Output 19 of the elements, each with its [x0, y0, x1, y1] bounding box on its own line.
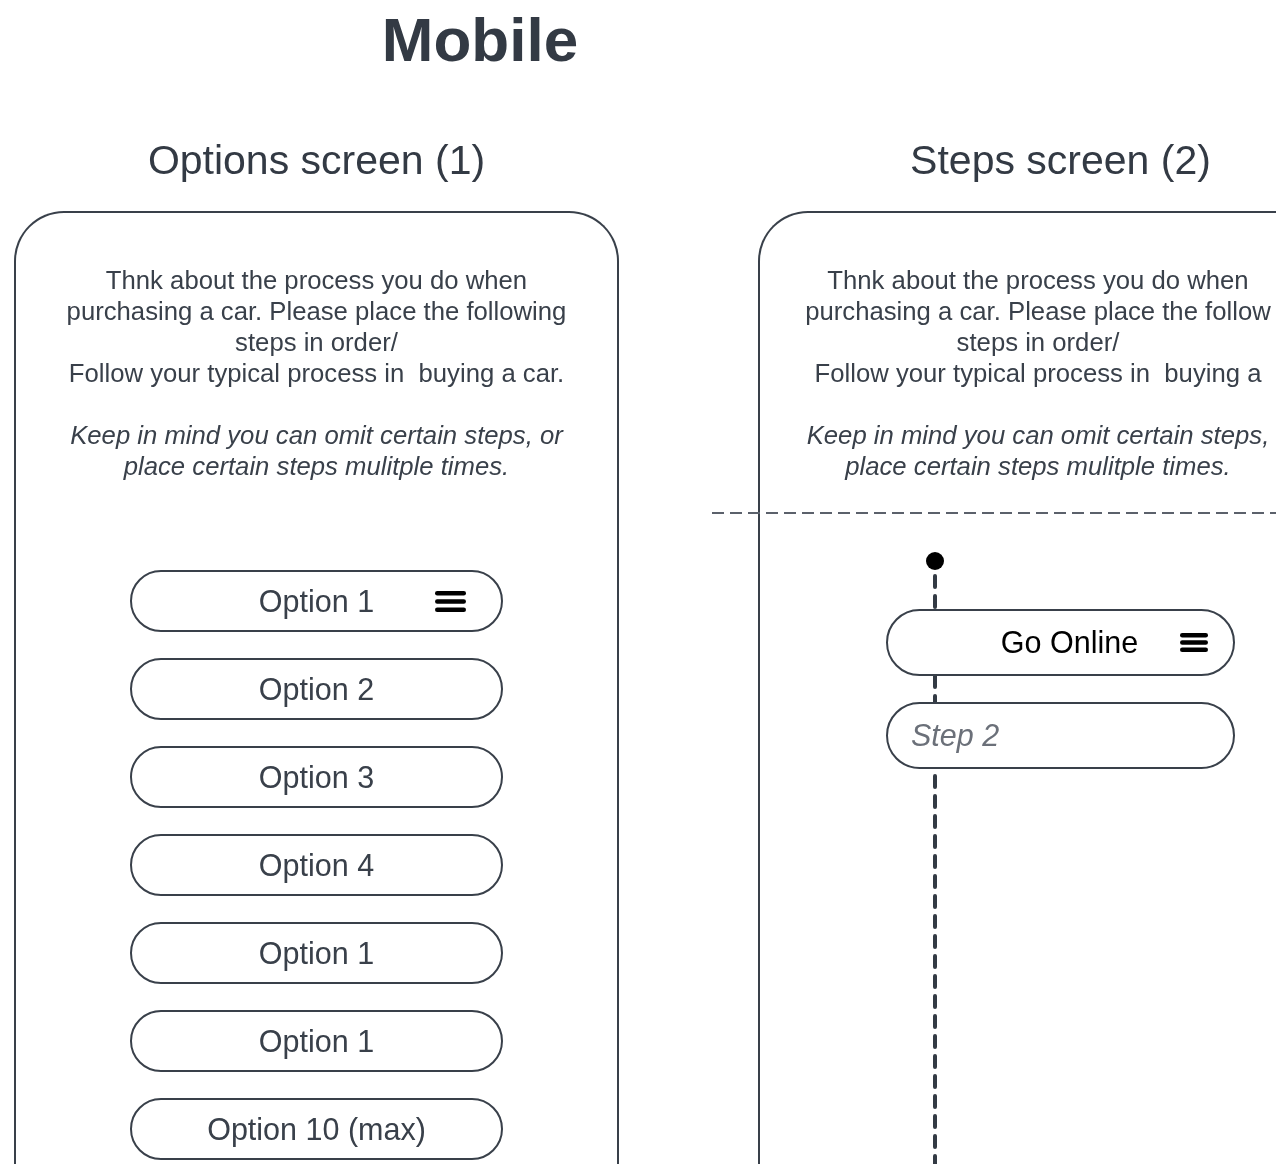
option-chip[interactable]: Option 1	[130, 1010, 503, 1072]
option-chip[interactable]: Option 4	[130, 834, 503, 896]
note-text: Keep in mind you can omit certain steps, or place certain steps mulitple times.	[69, 420, 565, 482]
note-text: Keep in mind you can omit certain steps, place certain steps mulitple times.	[805, 420, 1271, 482]
start-dot-icon	[926, 552, 944, 570]
hamburger-icon[interactable]	[435, 590, 466, 612]
hamburger-icon[interactable]	[1180, 633, 1208, 652]
screen-heading: Steps screen (2)	[910, 136, 1211, 184]
option-chip[interactable]: Option 1	[130, 570, 503, 632]
step-card[interactable]: Go Online	[886, 609, 1235, 676]
screen-heading: Options screen (1)	[147, 136, 486, 184]
instruction-text: Thnk about the process you do when purchasing a car. Please place the follow steps in order/ Follow your typical process in buying a	[804, 265, 1272, 389]
step-slot[interactable]: Step 2	[886, 702, 1235, 769]
page-title: Mobile	[381, 4, 579, 76]
option-chip[interactable]: Option 10 (max)	[130, 1098, 503, 1160]
option-chip[interactable]: Option 2	[130, 658, 503, 720]
option-chip[interactable]: Option 1	[130, 922, 503, 984]
instruction-text: Thnk about the process you do when purchasing a car. Please place the following steps in order/ Follow your typical process in buying a car.	[65, 265, 568, 389]
option-chip[interactable]: Option 3	[130, 746, 503, 808]
